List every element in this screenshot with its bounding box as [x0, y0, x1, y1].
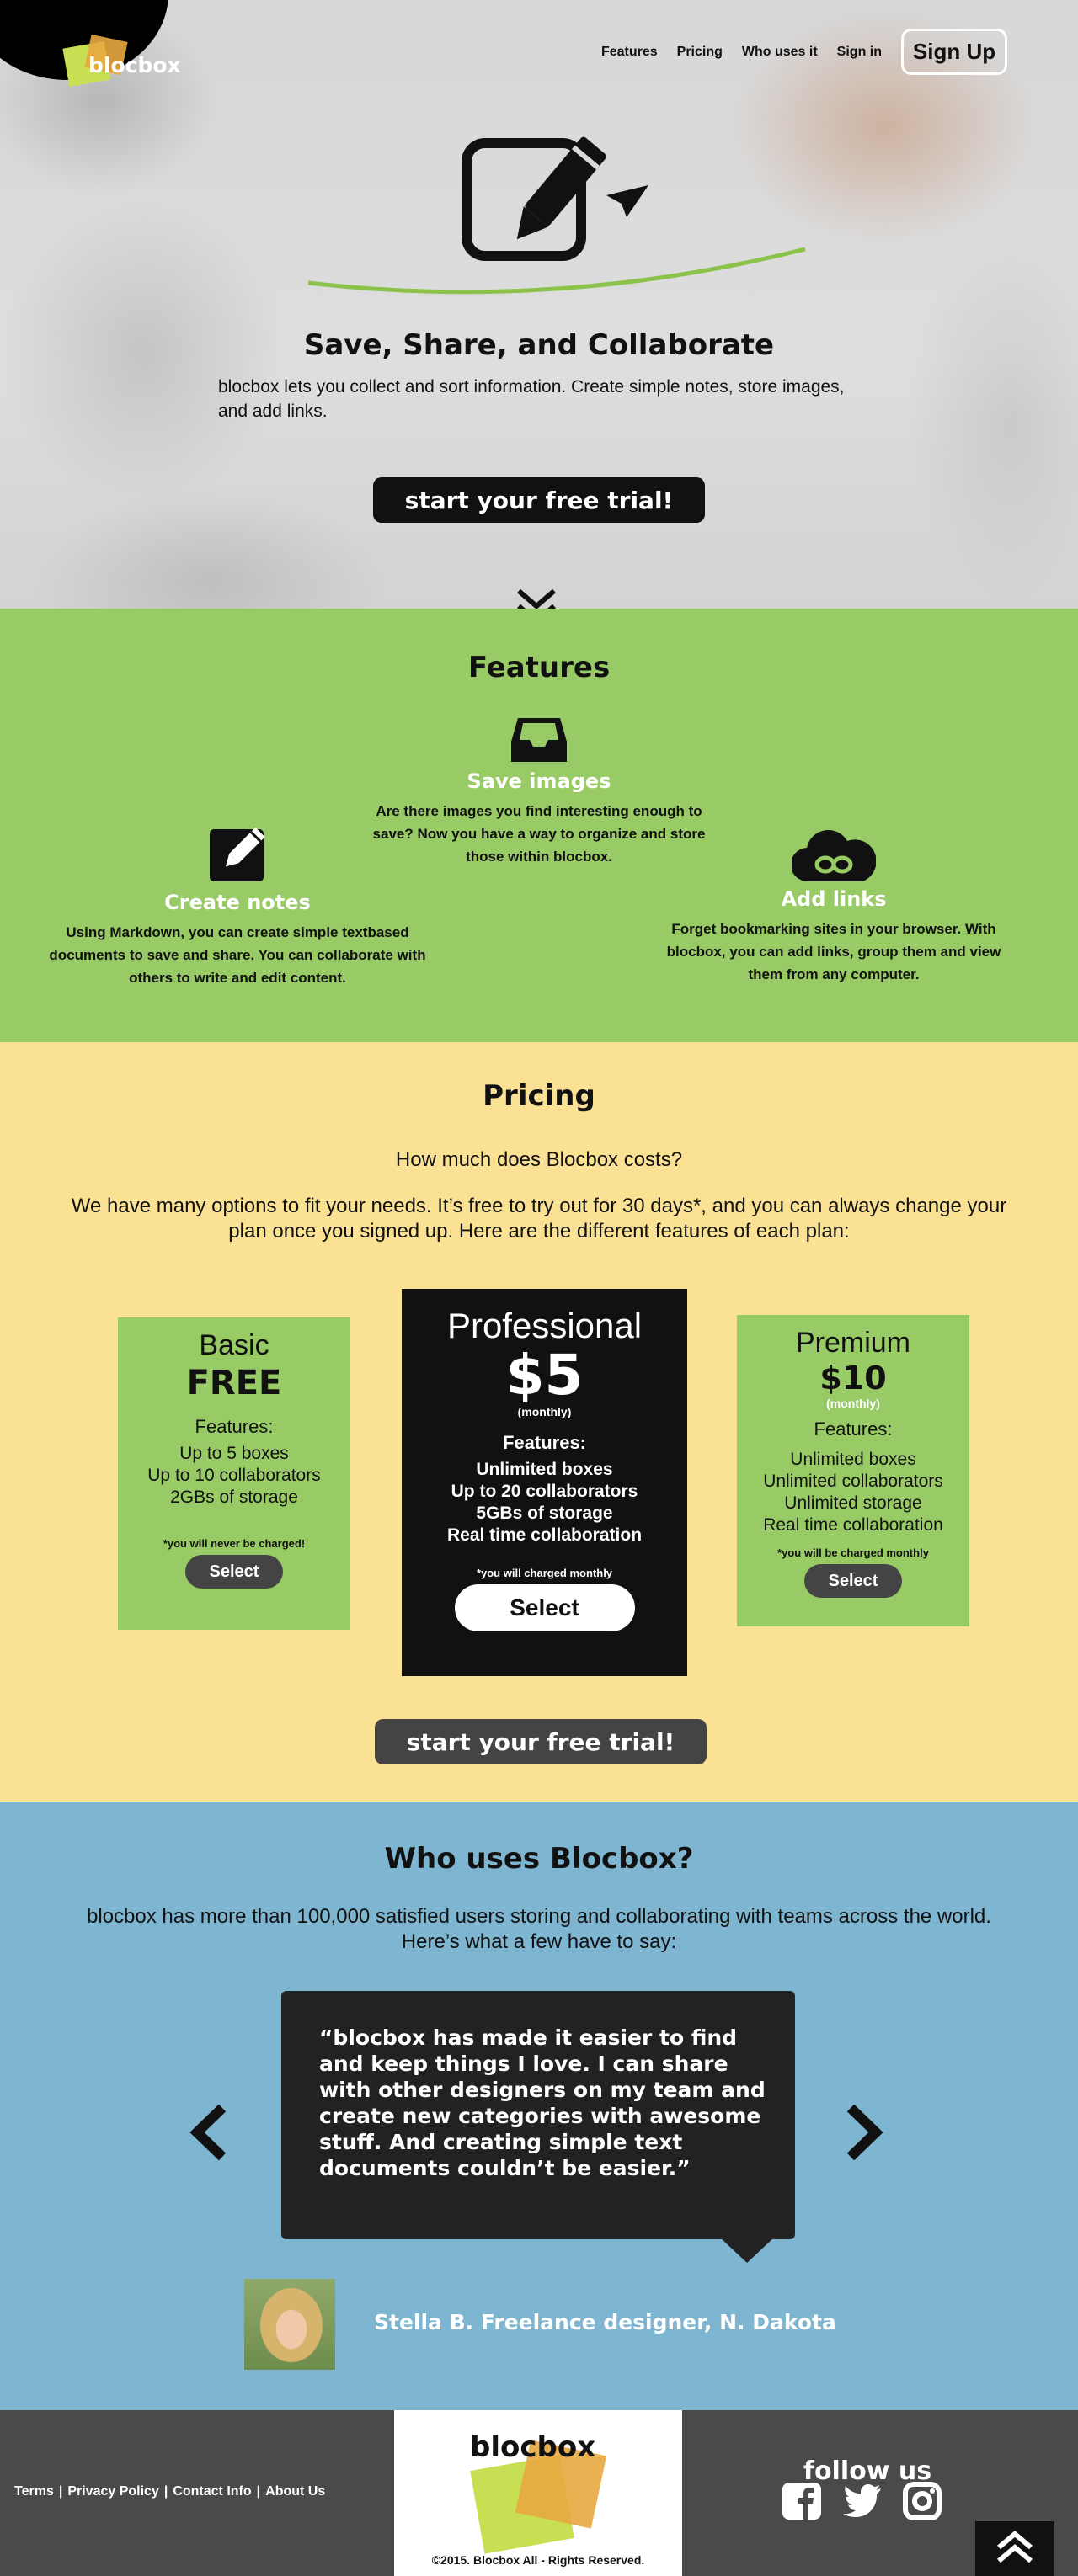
footer-link-terms[interactable]: Terms [14, 2484, 54, 2499]
features-section: Features Save images Are there images yo… [0, 609, 1078, 1042]
feature-title: Add links [781, 887, 887, 911]
plan-card-premium: Premium $10 (monthly) Features: Unlimite… [737, 1315, 969, 1626]
plan-name: Basic [199, 1329, 270, 1361]
features-title: Features [467, 651, 611, 684]
footer-links: Terms | Privacy Policy | Contact Info | About … [14, 2484, 326, 2499]
select-premium-button[interactable]: Select [804, 1564, 902, 1598]
plan-feature: Up to 20 collaborators [451, 1482, 638, 1501]
plan-feature-list: Up to 5 boxes Up to 10 collaborators 2GB… [118, 1443, 350, 1509]
hero-section: blocbox Features Pricing Who uses it Sig… [0, 0, 1078, 609]
hero-title: Save, Share, and Collaborate [303, 328, 775, 362]
pricing-section: Pricing How much does Blocbox costs? We … [0, 1042, 1078, 1802]
double-chevron-down-icon[interactable] [515, 588, 558, 609]
chevron-right-icon [846, 2104, 883, 2161]
plan-feature: 5GBs of storage [476, 1504, 613, 1523]
feature-description: Forget bookmarking sites in your browser… [666, 921, 1001, 982]
plan-features-label: Features: [814, 1418, 893, 1440]
social-links [782, 2482, 962, 2525]
plan-price: $10 [819, 1360, 887, 1397]
sign-up-button[interactable]: Sign Up [901, 29, 1007, 75]
pricing-title: Pricing [483, 1079, 595, 1113]
nav-who-uses-it[interactable]: Who uses it [742, 45, 818, 60]
who-description: blocbox has more than 100,000 satisfied … [87, 1905, 991, 1953]
plan-feature: Up to 5 boxes [179, 1444, 289, 1463]
testimonial-quote-box: “blocbox has made it easier to find and … [281, 1991, 795, 2239]
nav-sign-in[interactable]: Sign in [837, 45, 882, 60]
nav-features[interactable]: Features [601, 45, 658, 60]
plan-feature: Real time collaboration [763, 1515, 943, 1535]
avatar [244, 2279, 335, 2370]
plan-feature: Unlimited collaborators [763, 1472, 943, 1491]
logo-text[interactable]: blocbox [88, 53, 181, 77]
select-professional-button[interactable]: Select [454, 1584, 635, 1631]
feature-add-links: Add links Forget bookmarking sites in yo… [648, 828, 1019, 986]
pencil-note-icon [210, 827, 265, 881]
plan-feature: Unlimited boxes [790, 1450, 916, 1469]
footer-logo-panel: blocbox ©2015. Blocbox All - Rights Rese… [394, 2410, 682, 2576]
twitter-icon[interactable] [842, 2482, 883, 2525]
pricing-question: How much does Blocbox costs? [395, 1148, 683, 1171]
plan-price: $5 [505, 1343, 584, 1408]
plan-feature: 2GBs of storage [170, 1488, 298, 1507]
plan-feature-list: Unlimited boxes Unlimited collaborators … [737, 1449, 969, 1536]
chevron-left-icon [189, 2104, 227, 2161]
plan-note: *you will never be charged! [163, 1537, 306, 1550]
plan-name: Premium [795, 1327, 911, 1359]
nav-pricing[interactable]: Pricing [677, 45, 723, 60]
plan-feature: Unlimited storage [784, 1493, 922, 1513]
prev-testimonial-button[interactable] [187, 2103, 229, 2164]
testimonial-quote: “blocbox has made it easier to find and … [319, 2025, 766, 2180]
hero-description: blocbox lets you collect and sort inform… [218, 377, 845, 421]
feature-create-notes: Create notes Using Markdown, you can cre… [47, 824, 428, 989]
main-nav: Features Pricing Who uses it Sign in Sig… [582, 29, 1007, 75]
feature-title: Create notes [164, 891, 311, 914]
plan-card-basic: Basic FREE Features: Up to 5 boxes Up to… [118, 1317, 350, 1630]
feature-title: Save images [467, 769, 611, 793]
quote-tail [720, 2238, 774, 2263]
plan-card-professional: Professional $5 (monthly) Features: Unli… [402, 1289, 687, 1676]
cloud-link-icon [790, 830, 877, 882]
plan-note: *you will be charged monthly [777, 1546, 929, 1559]
inbox-tray-icon [511, 718, 567, 762]
plan-billing: (monthly) [826, 1397, 880, 1410]
footer-link-about[interactable]: About Us [265, 2484, 325, 2499]
copyright: ©2015. Blocbox All - Rights Reserved. [431, 2553, 645, 2567]
testimonial-author: Stella B. Freelance designer, N. Dakota [374, 2310, 836, 2334]
plan-note: *you will charged monthly [476, 1567, 613, 1579]
footer-link-privacy[interactable]: Privacy Policy [67, 2484, 159, 2499]
footer-link-contact[interactable]: Contact Info [173, 2484, 251, 2499]
back-to-top-button[interactable] [975, 2521, 1054, 2576]
plan-name: Professional [446, 1306, 643, 1345]
double-chevron-up-icon [997, 2531, 1033, 2563]
footer-logo-text[interactable]: blocbox [470, 2430, 595, 2464]
instagram-icon[interactable] [903, 2482, 942, 2525]
plan-feature: Up to 10 collaborators [147, 1466, 321, 1485]
plan-features-label: Features: [502, 1432, 587, 1453]
feature-description: Using Markdown, you can create simple te… [49, 924, 426, 986]
plan-billing: (monthly) [517, 1405, 572, 1418]
plan-price: FREE [186, 1364, 282, 1402]
next-testimonial-button[interactable] [844, 2103, 886, 2164]
decorative-swoosh [307, 247, 806, 295]
footer: Terms | Privacy Policy | Contact Info | About … [0, 2410, 1078, 2576]
pricing-description: We have many options to fit your needs. … [71, 1195, 1007, 1243]
free-trial-button[interactable]: start your free trial! [373, 477, 705, 523]
plan-feature: Real time collaboration [446, 1525, 643, 1545]
plan-features-label: Features: [195, 1416, 274, 1437]
facebook-icon[interactable] [782, 2482, 822, 2525]
who-title: Who uses Blocbox? [384, 1842, 694, 1876]
testimonials-section: Who uses Blocbox? blocbox has more than … [0, 1802, 1078, 2410]
plan-feature-list: Unlimited boxes Up to 20 collaborators 5… [402, 1459, 687, 1546]
select-basic-button[interactable]: Select [185, 1555, 283, 1589]
free-trial-button-pricing[interactable]: start your free trial! [375, 1719, 707, 1764]
plan-feature: Unlimited boxes [476, 1460, 613, 1479]
